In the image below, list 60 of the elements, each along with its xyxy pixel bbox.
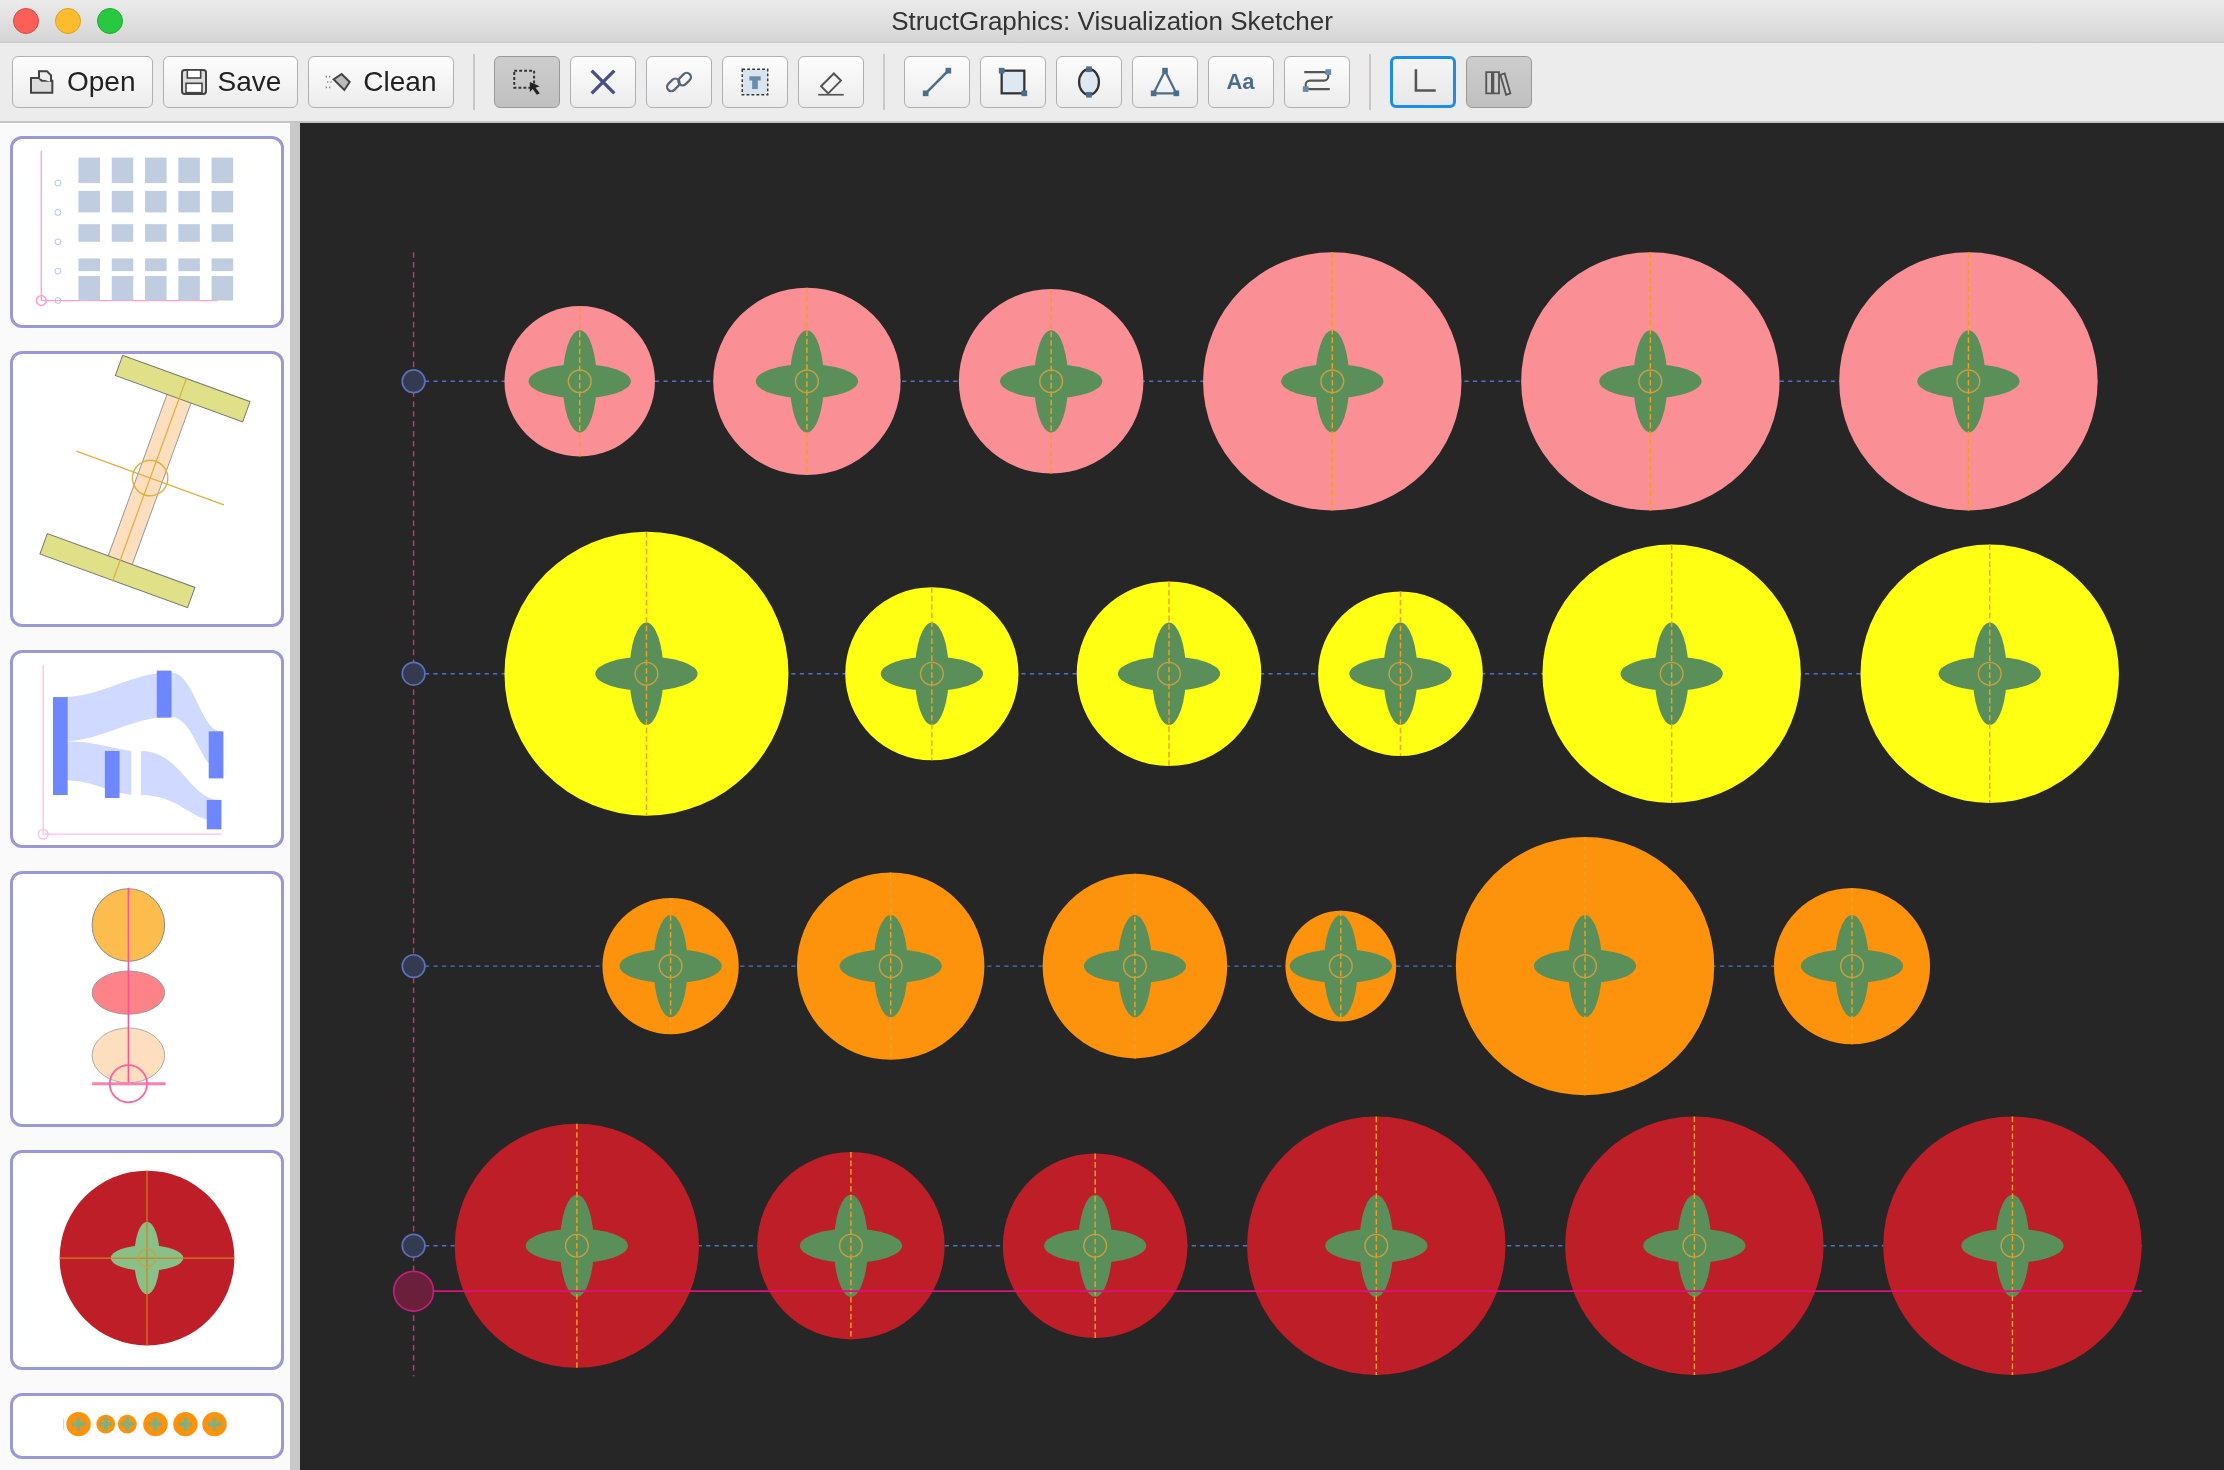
grid-block — [211, 276, 234, 301]
grid-block — [211, 190, 234, 213]
grid-block — [78, 157, 100, 184]
row-anchor-icon — [401, 953, 426, 979]
template-card[interactable] — [10, 871, 284, 1127]
grid-block — [145, 190, 167, 213]
save-button[interactable]: Save — [162, 56, 299, 108]
line-tool-button[interactable] — [903, 56, 970, 108]
row-anchor-icon — [54, 267, 62, 275]
grid-block — [78, 190, 100, 213]
axis-tool-button[interactable] — [1389, 56, 1456, 108]
template-card[interactable] — [10, 1150, 284, 1370]
grid-block — [211, 157, 234, 184]
grid-block — [211, 224, 234, 242]
polygon-tool-button[interactable] — [1131, 56, 1198, 108]
grid-block — [178, 157, 200, 184]
select-tool-button[interactable] — [493, 56, 560, 108]
grid-block — [78, 276, 100, 301]
grid-block — [211, 258, 234, 272]
row-anchor-icon — [54, 238, 62, 246]
close-window-button[interactable] — [13, 8, 39, 34]
row-anchor-icon — [401, 369, 426, 394]
window-title: StructGraphics: Visualization Sketcher — [891, 5, 1333, 37]
rect-tool-button[interactable] — [979, 56, 1046, 108]
grid-block — [178, 258, 200, 272]
row-anchor-icon — [401, 661, 426, 686]
origin-anchor-icon — [392, 1270, 435, 1312]
flow-node-bar — [208, 731, 224, 779]
clean-button[interactable]: Clean — [308, 56, 454, 108]
erase-tool-button[interactable] — [797, 56, 864, 108]
row-anchor-icon — [54, 297, 62, 304]
template-card[interactable] — [10, 650, 284, 848]
library-tool-button[interactable] — [1465, 56, 1532, 108]
grid-block — [111, 258, 134, 272]
grid-block — [111, 224, 134, 242]
template-card[interactable] — [10, 351, 284, 627]
grid-block — [78, 224, 100, 242]
grid-block — [111, 276, 134, 301]
grid-block — [178, 190, 200, 213]
row-anchor-icon — [401, 1233, 426, 1258]
ellipse-tool-button[interactable] — [1055, 56, 1122, 108]
grid-block — [111, 157, 134, 184]
grid-block — [111, 190, 134, 213]
grid-block — [145, 258, 167, 272]
grid-block — [178, 224, 200, 242]
group-tool-button[interactable] — [721, 56, 788, 108]
open-button[interactable]: Open — [12, 56, 153, 108]
delete-tool-button[interactable] — [569, 56, 636, 108]
grid-block — [78, 258, 100, 272]
grid-block — [145, 224, 167, 242]
row-anchor-icon — [54, 209, 62, 216]
grid-block — [178, 276, 200, 301]
template-card[interactable] — [10, 1393, 284, 1459]
row-anchor-icon — [54, 179, 62, 187]
text-tool-button[interactable]: Aa — [1207, 56, 1274, 108]
grid-block — [145, 157, 167, 184]
align-tool-button[interactable] — [1283, 56, 1350, 108]
link-tool-button[interactable] — [645, 56, 712, 108]
grid-block — [145, 276, 167, 301]
template-card[interactable] — [10, 136, 284, 328]
